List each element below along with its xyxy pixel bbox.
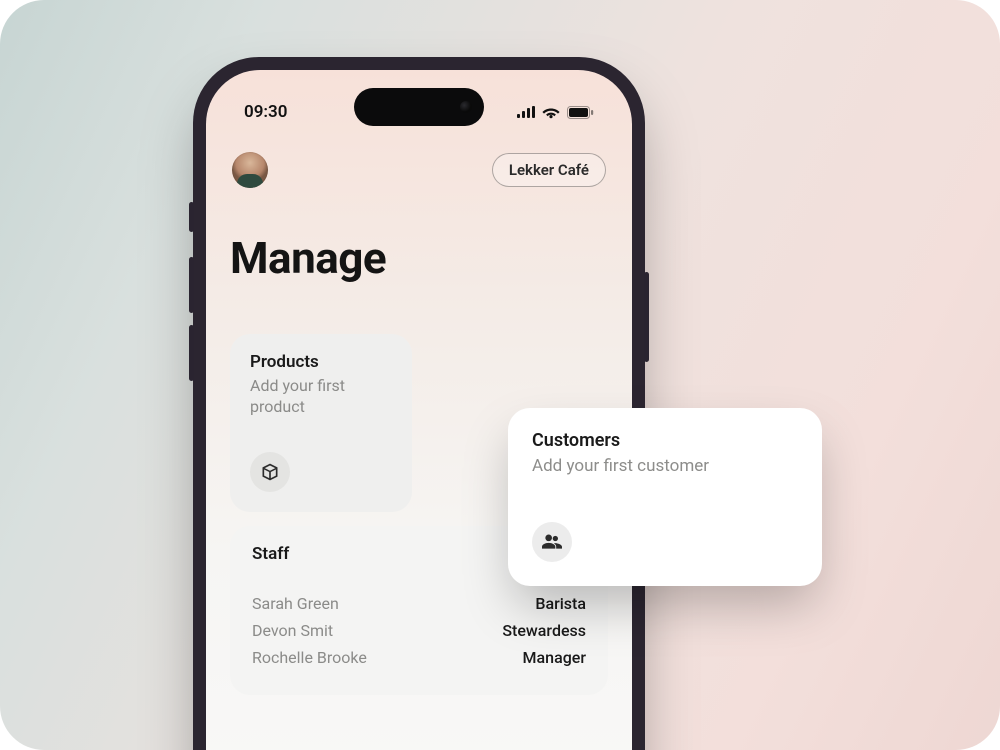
- cellular-icon: [517, 106, 535, 118]
- staff-row: Sarah Green Barista: [252, 590, 586, 617]
- staff-row: Devon Smit Stewardess: [252, 617, 586, 644]
- wifi-icon: [542, 106, 560, 119]
- products-card[interactable]: Products Add your first product: [230, 334, 412, 512]
- status-indicators: [517, 106, 594, 119]
- products-card-subtitle: Add your first product: [250, 376, 392, 418]
- phone-mute-switch: [189, 202, 194, 232]
- customers-card-subtitle: Add your first customer: [532, 455, 798, 477]
- staff-name: Devon Smit: [252, 621, 333, 640]
- staff-name: Sarah Green: [252, 594, 339, 613]
- people-icon: [542, 534, 562, 550]
- app-canvas: 09:30 Lekker Café: [0, 0, 1000, 750]
- customers-card-title: Customers: [532, 430, 798, 451]
- location-label: Lekker Café: [509, 161, 589, 179]
- location-pill[interactable]: Lekker Café: [492, 153, 606, 187]
- staff-row: Rochelle Brooke Manager: [252, 644, 586, 671]
- phone-frame: 09:30 Lekker Café: [193, 57, 645, 750]
- customers-card-icon-wrap: [532, 522, 572, 562]
- phone-volume-down: [189, 325, 194, 381]
- customers-card[interactable]: Customers Add your first customer: [508, 408, 822, 586]
- staff-role: Stewardess: [502, 621, 586, 640]
- avatar[interactable]: [232, 152, 268, 188]
- staff-role: Manager: [523, 648, 586, 667]
- page-title: Manage: [230, 232, 608, 284]
- staff-role: Barista: [535, 594, 586, 613]
- status-time: 09:30: [244, 102, 287, 122]
- header-row: Lekker Café: [230, 150, 608, 190]
- battery-icon: [567, 106, 594, 119]
- products-card-title: Products: [250, 352, 392, 372]
- phone-power-button: [644, 272, 649, 362]
- products-card-icon-wrap: [250, 452, 290, 492]
- staff-name: Rochelle Brooke: [252, 648, 367, 667]
- dynamic-island: [354, 88, 484, 126]
- package-icon: [260, 462, 280, 482]
- phone-volume-up: [189, 257, 194, 313]
